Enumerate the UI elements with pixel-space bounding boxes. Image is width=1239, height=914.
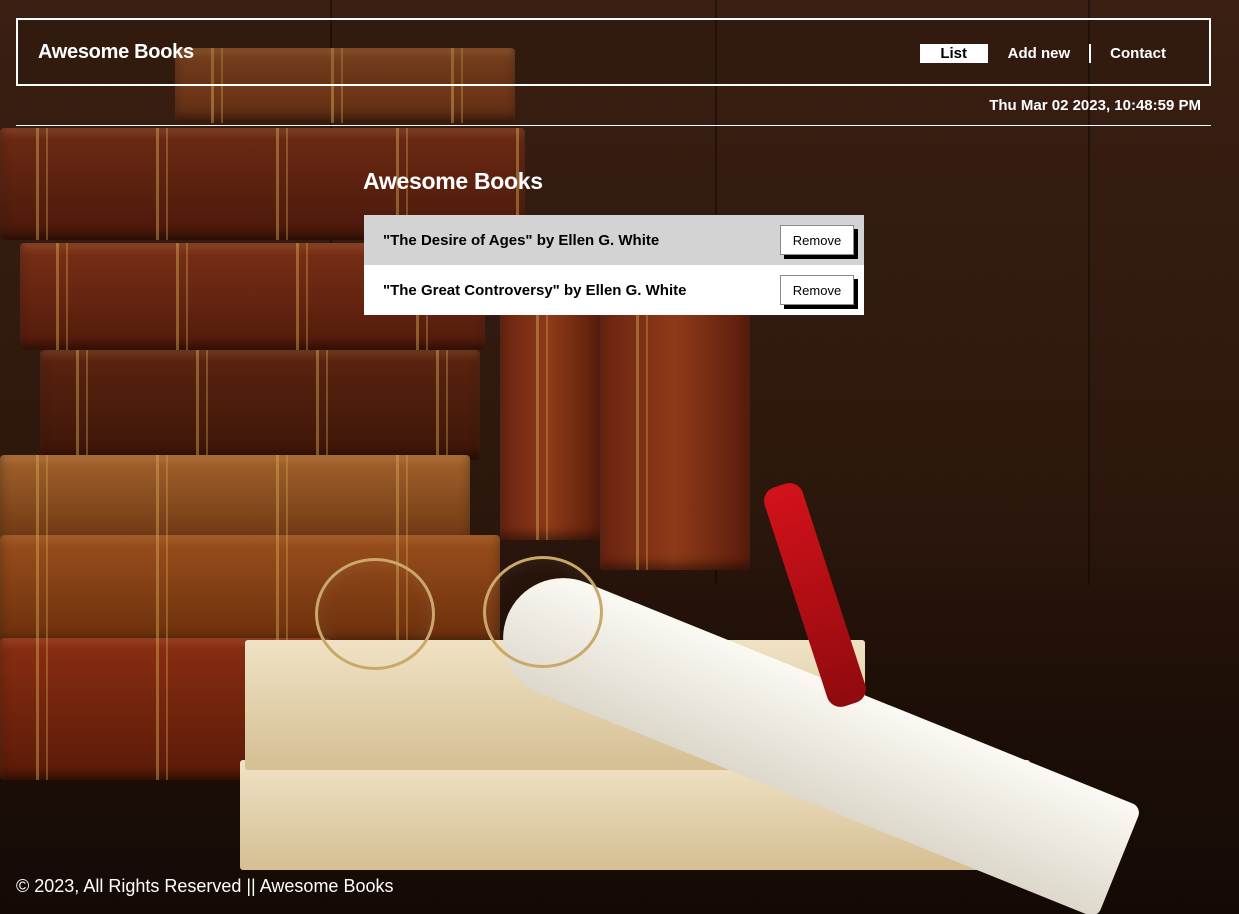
list-item: "The Great Controversy" by Ellen G. Whit…	[364, 265, 864, 315]
nav-link-add-new[interactable]: Add new	[989, 44, 1090, 63]
top-navbar: Awesome Books List Add new Contact	[16, 18, 1211, 86]
header-divider	[16, 125, 1211, 126]
list-item: "The Desire of Ages" by Ellen G. White R…	[364, 215, 864, 265]
background-book	[40, 350, 480, 460]
current-datetime: Thu Mar 02 2023, 10:48:59 PM	[989, 97, 1201, 114]
remove-button[interactable]: Remove	[780, 275, 854, 305]
background-image	[0, 0, 1239, 914]
glasses-lens	[315, 558, 435, 670]
brand-title: Awesome Books	[38, 41, 194, 63]
book-title-author: "The Great Controversy" by Ellen G. Whit…	[383, 281, 687, 299]
book-title-author: "The Desire of Ages" by Ellen G. White	[383, 231, 660, 249]
main-nav: List Add new Contact	[919, 44, 1185, 63]
page-title: Awesome Books	[363, 168, 543, 194]
footer-copyright: © 2023, All Rights Reserved || Awesome B…	[16, 876, 394, 896]
book-list: "The Desire of Ages" by Ellen G. White R…	[364, 215, 864, 315]
glasses-lens	[483, 556, 603, 668]
background-book	[0, 455, 470, 547]
background-book	[500, 300, 600, 540]
nav-link-contact[interactable]: Contact	[1091, 44, 1185, 63]
nav-link-list[interactable]: List	[919, 44, 988, 63]
wood-plank-line	[1088, 0, 1090, 585]
remove-button[interactable]: Remove	[780, 225, 854, 255]
background-book	[600, 300, 750, 570]
